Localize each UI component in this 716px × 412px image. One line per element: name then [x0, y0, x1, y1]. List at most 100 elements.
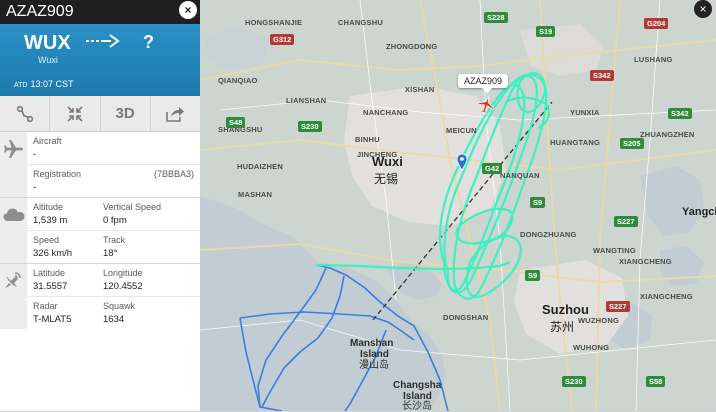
city-label-suzhou: Suzhou [542, 302, 589, 317]
squawk-value: 1634 [103, 314, 125, 325]
latitude-label: Latitude [33, 268, 66, 278]
registration-row: Registration - (7BBBA3) [27, 165, 200, 197]
longitude-cell: Longitude 120.4552 [103, 268, 143, 292]
road-shield: S342 [590, 70, 614, 81]
aircraft-callsign-tag[interactable]: AZAZ909 [458, 74, 509, 93]
atd-time: 13:07 CST [30, 79, 74, 89]
district-label: DONGSHAN [443, 313, 489, 322]
district-label: MASHAN [238, 190, 273, 199]
atd-label: ATD [14, 82, 28, 89]
city-label-yangch: Yangch [682, 206, 716, 218]
panel-titlebar: AZAZ909 × [0, 0, 200, 24]
squawk-cell: Squawk 1634 [103, 301, 135, 325]
flight-info-panel: AZAZ909 × WUX Wuxi ? ATD 13:07 CST 3D Ai… [0, 0, 200, 411]
weather-group-icon-bg [0, 198, 27, 263]
district-label: LUSHANG [634, 55, 673, 64]
altitude-label: Altitude [33, 202, 64, 212]
map-close-icon[interactable]: × [694, 0, 712, 18]
route-icon [16, 105, 33, 122]
road-shield: G312 [270, 34, 295, 45]
island-label-changsha-cn: 长沙岛 [402, 401, 432, 412]
district-label: NANCHANG [363, 108, 409, 117]
speed-value: 326 km/h [33, 248, 73, 259]
district-label: YUNXIA [570, 108, 600, 117]
airplane-icon [4, 140, 23, 158]
flight-callsign: AZAZ909 [6, 3, 74, 20]
track-cell: Track 18° [103, 235, 125, 259]
district-label: CHANGSHU [338, 18, 383, 27]
destination-code[interactable]: ? [143, 32, 154, 53]
district-label: HUDAIZHEN [237, 162, 283, 171]
district-label: LIANSHAN [286, 96, 327, 105]
vertical-speed-cell: Vertical Speed 0 fpm [103, 202, 161, 226]
altitude-value: 1,539 m [33, 215, 68, 226]
district-label: ZHONGDONG [386, 42, 438, 51]
position-row: Latitude 31.5557 Longitude 120.4552 [27, 264, 200, 297]
fullscreen-button[interactable] [50, 96, 101, 131]
radar-label: Radar [33, 301, 58, 311]
collapse-arrows-icon [67, 105, 83, 122]
altitude-cell: Altitude 1,539 m [33, 202, 67, 226]
district-label: XISHAN [405, 85, 435, 94]
district-label: HONGSHANJIE [245, 18, 303, 27]
view-3d-label: 3D [115, 105, 135, 122]
radar-group-icon-bg [0, 264, 27, 329]
departure-time: ATD 13:07 CST [14, 79, 74, 89]
road-shield: S227 [614, 216, 638, 227]
district-label: XIANGCHENG [619, 257, 672, 266]
road-shield: S205 [620, 138, 644, 149]
panel-toolbar: 3D [0, 96, 200, 132]
aircraft-cell: Aircraft - [33, 136, 62, 160]
island-label-manshan: Manshan [350, 338, 394, 349]
flight-data-group: Altitude 1,539 m Vertical Speed 0 fpm Sp… [0, 198, 200, 264]
aircraft-icon[interactable] [476, 95, 496, 120]
district-label: WUHONG [573, 343, 610, 352]
island-label-manshan-2: Island [360, 349, 389, 360]
latitude-cell: Latitude 31.5557 [33, 268, 67, 292]
vertical-speed-label: Vertical Speed [103, 202, 162, 212]
registration-hex: (7BBBA3) [153, 169, 194, 179]
speed-row: Speed 326 km/h Track 18° [27, 231, 200, 263]
district-label: WUZHONG [578, 316, 619, 325]
road-shield: S227 [606, 301, 630, 312]
radar-cell: Radar T-MLAT5 [33, 301, 71, 325]
district-label: QIANQIAO [218, 76, 258, 85]
vertical-speed-value: 0 fpm [103, 215, 127, 226]
origin-city: Wuxi [38, 55, 58, 65]
registration-value: - [33, 182, 37, 193]
island-label-changsha: Changsha [393, 380, 442, 391]
radar-value: T-MLAT5 [33, 314, 72, 325]
road-shield: G204 [644, 18, 669, 29]
district-label: MEICUN [446, 126, 477, 135]
radar-row: Radar T-MLAT5 Squawk 1634 [27, 297, 200, 329]
aircraft-label: Aircraft [33, 136, 62, 146]
district-label: BINHU [355, 135, 380, 144]
aircraft-row: Aircraft - [27, 132, 200, 165]
city-label-suzhou-cn: 苏州 [550, 320, 575, 334]
road-shield: S9 [525, 270, 541, 281]
road-shield: S48 [226, 117, 246, 128]
district-label: DONGZHUANG [520, 230, 577, 239]
road-shield: S230 [562, 376, 586, 387]
close-panel-icon[interactable]: × [179, 1, 197, 19]
speed-cell: Speed 326 km/h [33, 235, 72, 259]
route-button[interactable] [0, 96, 51, 131]
route-header: WUX Wuxi ? ATD 13:07 CST [0, 24, 200, 96]
squawk-label: Squawk [103, 301, 136, 311]
longitude-value: 120.4552 [103, 281, 143, 292]
track-label: Track [103, 235, 126, 245]
airport-pin-icon[interactable] [456, 153, 468, 175]
island-label-manshan-cn: 漫山岛 [359, 360, 389, 371]
view-3d-button[interactable]: 3D [101, 96, 151, 131]
origin-code[interactable]: WUX [24, 32, 71, 55]
district-label: XIANGCHENG [640, 292, 693, 301]
longitude-label: Longitude [103, 268, 143, 278]
road-shield: S230 [298, 121, 322, 132]
registration-cell: Registration - [33, 169, 81, 193]
road-shield: S58 [646, 376, 666, 387]
share-button[interactable] [151, 96, 200, 131]
city-label-wuxi-cn: 无锡 [374, 172, 399, 186]
aircraft-group: Aircraft - Registration - (7BBBA3) [0, 132, 200, 198]
track-value: 18° [103, 248, 118, 259]
altitude-row: Altitude 1,539 m Vertical Speed 0 fpm [27, 198, 200, 231]
